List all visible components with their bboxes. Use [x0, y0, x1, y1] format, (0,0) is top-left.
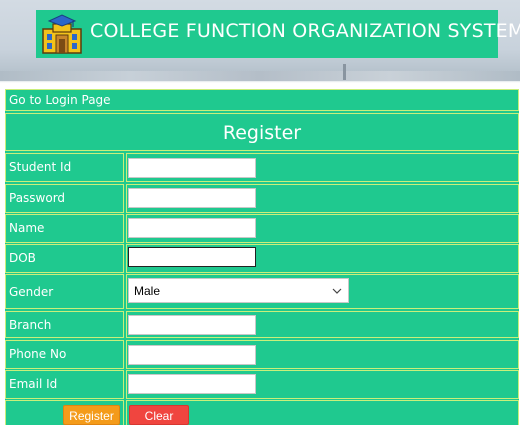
email-id-label: Email Id: [9, 377, 58, 391]
phone-no-label: Phone No: [9, 347, 67, 361]
name-label: Name: [9, 221, 45, 235]
clear-button[interactable]: Clear: [129, 405, 189, 425]
app-title: COLLEGE FUNCTION ORGANIZATION SYSTEM: [90, 20, 520, 42]
dob-input[interactable]: [128, 247, 256, 267]
name-input[interactable]: [128, 218, 256, 238]
go-to-login-link[interactable]: Go to Login Page: [9, 93, 111, 107]
form-heading: Register: [222, 122, 302, 144]
branch-label: Branch: [9, 318, 52, 332]
gender-select[interactable]: Male: [128, 278, 349, 303]
dob-label: DOB: [9, 251, 36, 265]
register-form: Go to Login Page Register Student Id Pas…: [5, 89, 519, 425]
phone-no-input[interactable]: [128, 345, 256, 365]
banner-skyline: [0, 71, 520, 81]
branch-input[interactable]: [128, 315, 256, 335]
register-button[interactable]: Register: [63, 405, 120, 425]
student-id-input[interactable]: [128, 158, 256, 178]
student-id-label: Student Id: [9, 160, 72, 174]
email-id-input[interactable]: [128, 374, 256, 394]
college-building-icon: [42, 14, 82, 54]
banner-tower: [343, 64, 346, 80]
gender-selected-value: Male: [134, 284, 161, 298]
chevron-down-icon: [332, 288, 342, 294]
password-label: Password: [9, 191, 66, 205]
password-input[interactable]: [128, 188, 256, 208]
gender-label: Gender: [9, 285, 54, 299]
